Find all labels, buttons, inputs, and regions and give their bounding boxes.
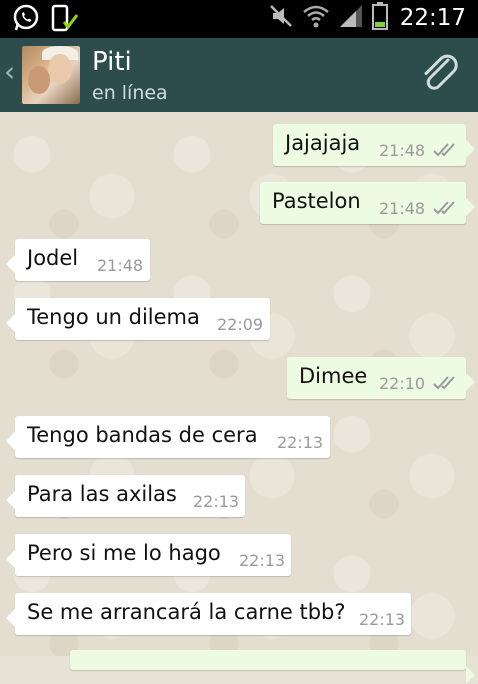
contact-name[interactable]: Piti [92,47,132,77]
message-bubble-outgoing[interactable]: Jajajaja 21:48 [273,124,475,166]
message-text: Se me arrancará la carne tbb? [27,600,346,624]
message-time: 21:48 [379,141,426,160]
message-time: 22:13 [193,492,240,511]
message-bubble-incoming[interactable]: Jodel 21:48 [6,239,150,281]
double-check-icon [433,376,455,390]
message-bubble-incoming[interactable]: Tengo bandas de cera 22:13 [6,416,330,458]
message-bubble-incoming[interactable]: Para las axilas 22:13 [6,475,245,517]
message-text: Pastelon [272,189,361,213]
chat-area[interactable]: Jajajaja 21:48 Pastelon 21:48 Jodel 21:4… [0,112,478,684]
double-check-icon [433,143,455,157]
message-bubble-incoming[interactable]: Pero si me lo hago 22:13 [6,534,291,576]
status-clock: 22:17 [399,5,466,31]
message-bubble-incoming[interactable]: Se me arrancará la carne tbb? 22:13 [6,593,411,635]
message-text: Tengo bandas de cera [27,423,258,447]
contact-status: en línea [92,82,168,104]
status-bar: 22:17 [0,0,478,38]
signal-icon [338,3,364,33]
chat-header: ‹ Piti en línea [0,38,478,114]
message-text: Jajajaja [285,131,361,155]
message-text: Pero si me lo hago [27,541,221,565]
wifi-icon [302,3,330,33]
message-bubble-outgoing-partial[interactable] [70,650,475,684]
phone-check-icon [50,4,80,38]
message-text: Dimee [299,364,368,388]
message-bubble-outgoing[interactable]: Pastelon 21:48 [260,182,475,224]
message-time: 22:13 [277,433,324,452]
message-time: 21:48 [379,199,426,218]
attach-paperclip-icon[interactable] [418,52,462,100]
message-time: 22:13 [239,551,286,570]
message-time: 22:09 [217,315,264,334]
message-bubble-outgoing[interactable]: Dimee 22:10 [287,357,475,399]
mute-icon [268,3,294,33]
message-text: Jodel [27,246,79,270]
message-text: Para las axilas [27,482,177,506]
message-time: 22:10 [379,374,426,393]
double-check-icon [433,201,455,215]
message-bubble-incoming[interactable]: Tengo un dilema 22:09 [6,298,270,340]
battery-icon [371,2,388,34]
whatsapp-icon [12,4,40,38]
message-time: 21:48 [97,256,144,275]
avatar[interactable] [22,46,80,104]
back-chevron-icon[interactable]: ‹ [4,58,15,86]
message-text: Tengo un dilema [27,305,200,329]
message-time: 22:13 [359,610,406,629]
